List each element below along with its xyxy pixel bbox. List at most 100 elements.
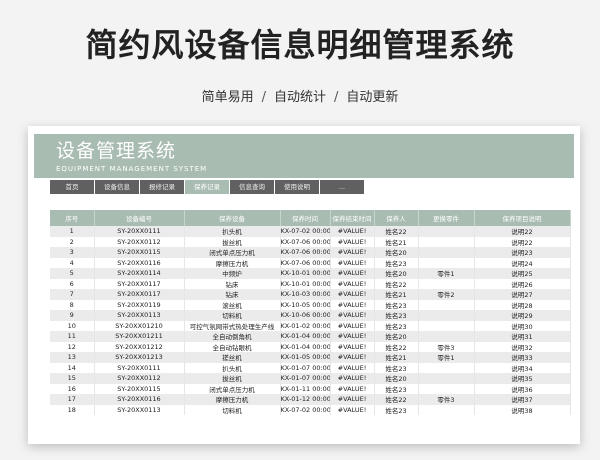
table-cell[interactable]: KX-01-05 00:00: [280, 352, 331, 363]
table-cell[interactable]: 说明26: [474, 278, 571, 289]
table-cell[interactable]: 8: [50, 299, 95, 310]
table-cell[interactable]: 姓名20: [374, 331, 419, 342]
table-cell[interactable]: 11: [50, 331, 95, 342]
tab-more[interactable]: ...: [320, 180, 364, 194]
table-cell[interactable]: KX-01-11 00:00: [280, 383, 331, 394]
table-cell[interactable]: #VALUE!: [330, 310, 375, 321]
table-cell[interactable]: 滚丝机: [184, 299, 281, 310]
table-cell[interactable]: [418, 331, 475, 342]
table-cell[interactable]: #VALUE!: [330, 341, 375, 352]
table-cell[interactable]: 1: [50, 226, 95, 237]
table-cell[interactable]: SY-20XX01212: [94, 341, 185, 352]
table-cell[interactable]: [418, 362, 475, 373]
table-cell[interactable]: 切料机: [184, 404, 281, 415]
table-cell[interactable]: SY-20XX0114: [94, 268, 185, 279]
table-cell[interactable]: 说明25: [474, 268, 571, 279]
table-cell[interactable]: [418, 373, 475, 384]
table-cell[interactable]: 零件3: [418, 341, 475, 352]
table-cell[interactable]: 零件2: [418, 289, 475, 300]
table-cell[interactable]: 切料机: [184, 310, 281, 321]
table-cell[interactable]: KX-10-03 00:00: [280, 289, 331, 300]
table-cell[interactable]: 姓名23: [374, 299, 419, 310]
table-cell[interactable]: 摩擦压力机: [184, 257, 281, 268]
column-header[interactable]: 更换零件: [418, 210, 475, 226]
table-cell[interactable]: KX-07-06 00:00: [280, 236, 331, 247]
table-cell[interactable]: SY-20XX0115: [94, 247, 185, 258]
table-cell[interactable]: #VALUE!: [330, 352, 375, 363]
table-cell[interactable]: 姓名23: [374, 320, 419, 331]
table-cell[interactable]: 16: [50, 383, 95, 394]
table-cell[interactable]: 摩擦压力机: [184, 394, 281, 405]
table-cell[interactable]: 姓名21: [374, 352, 419, 363]
table-cell[interactable]: KX-10-06 00:00: [280, 310, 331, 321]
table-cell[interactable]: 6: [50, 278, 95, 289]
table-cell[interactable]: #VALUE!: [330, 362, 375, 373]
table-cell[interactable]: 姓名20: [374, 247, 419, 258]
table-cell[interactable]: [418, 320, 475, 331]
tab-repair-records[interactable]: 报修记录: [140, 180, 184, 194]
table-cell[interactable]: 说明34: [474, 362, 571, 373]
table-cell[interactable]: 说明22: [474, 226, 571, 237]
table-cell[interactable]: 说明28: [474, 299, 571, 310]
table-cell[interactable]: #VALUE!: [330, 247, 375, 258]
column-header[interactable]: 保养人: [374, 210, 419, 226]
table-cell[interactable]: #VALUE!: [330, 257, 375, 268]
table-cell[interactable]: SY-20XX0112: [94, 373, 185, 384]
table-cell[interactable]: #VALUE!: [330, 394, 375, 405]
table-cell[interactable]: [418, 404, 475, 415]
table-cell[interactable]: 15: [50, 373, 95, 384]
table-cell[interactable]: 18: [50, 404, 95, 415]
column-header[interactable]: 保养结束时间: [330, 210, 375, 226]
table-cell[interactable]: 说明23: [474, 247, 571, 258]
table-cell[interactable]: KX-01-07 00:00: [280, 362, 331, 373]
table-cell[interactable]: KX-01-04 00:00: [280, 341, 331, 352]
tab-info-query[interactable]: 信息查询: [230, 180, 274, 194]
table-cell[interactable]: 3: [50, 247, 95, 258]
table-cell[interactable]: 零件1: [418, 268, 475, 279]
column-header[interactable]: 保养时间: [280, 210, 331, 226]
table-cell[interactable]: #VALUE!: [330, 289, 375, 300]
table-cell[interactable]: 拔丝机: [184, 236, 281, 247]
table-cell[interactable]: SY-20XX0113: [94, 310, 185, 321]
table-cell[interactable]: 说明31: [474, 331, 571, 342]
table-cell[interactable]: KX-01-12 00:00: [280, 394, 331, 405]
table-cell[interactable]: SY-20XX0113: [94, 404, 185, 415]
table-cell[interactable]: 2: [50, 236, 95, 247]
table-cell[interactable]: SY-20XX01211: [94, 331, 185, 342]
table-cell[interactable]: #VALUE!: [330, 404, 375, 415]
table-cell[interactable]: #VALUE!: [330, 320, 375, 331]
table-cell[interactable]: 全自动倒角机: [184, 331, 281, 342]
table-cell[interactable]: [418, 278, 475, 289]
table-cell[interactable]: 姓名23: [374, 310, 419, 321]
table-cell[interactable]: 姓名23: [374, 257, 419, 268]
table-cell[interactable]: 说明33: [474, 352, 571, 363]
table-cell[interactable]: 9: [50, 310, 95, 321]
table-cell[interactable]: 扒头机: [184, 362, 281, 373]
table-cell[interactable]: 4: [50, 257, 95, 268]
table-cell[interactable]: 扒头机: [184, 226, 281, 237]
table-cell[interactable]: 14: [50, 362, 95, 373]
table-cell[interactable]: 说明29: [474, 310, 571, 321]
table-cell[interactable]: 姓名21: [374, 289, 419, 300]
table-cell[interactable]: #VALUE!: [330, 236, 375, 247]
column-header[interactable]: 设备编号: [94, 210, 185, 226]
table-cell[interactable]: #VALUE!: [330, 373, 375, 384]
tab-home[interactable]: 首页: [50, 180, 94, 194]
table-cell[interactable]: 说明22: [474, 236, 571, 247]
table-cell[interactable]: 姓名22: [374, 226, 419, 237]
table-cell[interactable]: 闭式单点压力机: [184, 383, 281, 394]
table-cell[interactable]: KX-01-07 00:00: [280, 373, 331, 384]
table-cell[interactable]: 姓名22: [374, 394, 419, 405]
table-cell[interactable]: 零件3: [418, 394, 475, 405]
table-cell[interactable]: 钻床: [184, 278, 281, 289]
table-cell[interactable]: KX-10-01 00:00: [280, 268, 331, 279]
table-cell[interactable]: 说明24: [474, 257, 571, 268]
table-cell[interactable]: #VALUE!: [330, 226, 375, 237]
table-cell[interactable]: 搓丝机: [184, 352, 281, 363]
table-cell[interactable]: 说明35: [474, 373, 571, 384]
table-cell[interactable]: KX-10-01 00:00: [280, 278, 331, 289]
table-cell[interactable]: 说明27: [474, 289, 571, 300]
table-cell[interactable]: #VALUE!: [330, 278, 375, 289]
table-cell[interactable]: SY-20XX0112: [94, 236, 185, 247]
table-cell[interactable]: [418, 310, 475, 321]
